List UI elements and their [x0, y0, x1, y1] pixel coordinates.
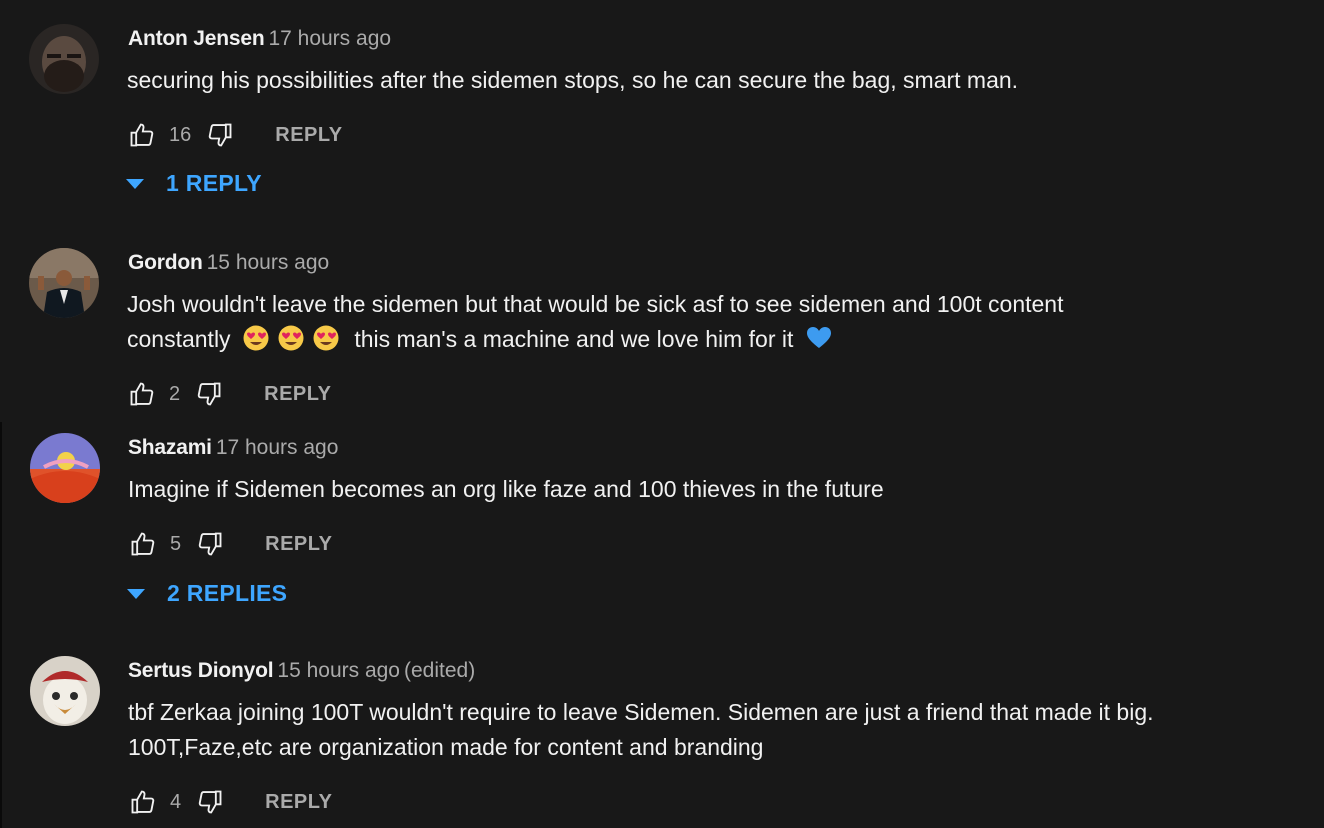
thumb-down-icon[interactable] [194, 379, 224, 409]
blue-heart-emoji [806, 327, 831, 348]
avatar-gordon[interactable] [29, 248, 99, 318]
reply-button[interactable]: REPLY [265, 791, 332, 814]
reply-button[interactable]: REPLY [264, 383, 331, 406]
thumb-down-icon[interactable] [205, 120, 235, 150]
thumb-up-icon[interactable] [128, 787, 158, 817]
comment-text-suffix: this man's a machine and we love him for… [354, 326, 794, 352]
comment-text-line-2: constantly this man's a machine and we l… [127, 322, 841, 357]
edited-label: (edited) [404, 659, 476, 682]
comment-actions: 2 REPLY [127, 379, 331, 409]
comment-actions: 5 REPLY [128, 529, 332, 559]
timestamp[interactable]: 17 hours ago [216, 436, 339, 459]
like-count: 2 [169, 382, 181, 405]
caret-down-icon [127, 588, 145, 599]
caret-down-icon [126, 178, 144, 189]
replies-label: 1 REPLY [166, 170, 262, 196]
like-count: 5 [170, 532, 182, 555]
comment-text: securing his possibilities after the sid… [127, 67, 1019, 93]
timestamp[interactable]: 17 hours ago [268, 27, 391, 50]
comment-header: Anton Jensen 17 hours ago [128, 27, 391, 51]
thumb-up-icon[interactable] [128, 529, 158, 559]
comment-text-line-2: 100T,Faze,etc are organization made for … [128, 734, 764, 760]
author-name[interactable]: Shazami [128, 436, 212, 459]
timestamp[interactable]: 15 hours ago [277, 659, 400, 682]
avatar-sertus-dionyol[interactable] [30, 656, 100, 726]
comment-text-line-1: Josh wouldn't leave the sidemen but that… [127, 291, 1064, 317]
heart-eyes-emojis [243, 325, 354, 352]
heart-eyes-emoji [313, 325, 339, 351]
author-name[interactable]: Anton Jensen [128, 27, 265, 50]
reply-button[interactable]: REPLY [275, 124, 342, 147]
like-count: 16 [169, 123, 192, 146]
author-name[interactable]: Sertus Dionyol [128, 659, 274, 682]
avatar-anton-jensen[interactable] [29, 24, 99, 94]
thumb-up-icon[interactable] [127, 120, 157, 150]
comment-text-line-1: tbf Zerkaa joining 100T wouldn't require… [128, 699, 1154, 725]
thumb-down-icon[interactable] [195, 529, 225, 559]
thumb-down-icon[interactable] [195, 787, 225, 817]
timestamp[interactable]: 15 hours ago [207, 251, 330, 274]
view-replies-button[interactable]: 1 REPLY [126, 170, 262, 197]
thread-left-edge [0, 422, 2, 828]
author-name[interactable]: Gordon [128, 251, 203, 274]
comment-actions: 4 REPLY [128, 787, 332, 817]
replies-label: 2 REPLIES [167, 580, 288, 606]
thumb-up-icon[interactable] [127, 379, 157, 409]
comment-text: Imagine if Sidemen becomes an org like f… [128, 476, 884, 502]
comment-text-prefix: constantly [127, 326, 231, 352]
comment-actions: 16 REPLY [127, 120, 343, 150]
reply-button[interactable]: REPLY [265, 533, 332, 556]
comment-header: Gordon 15 hours ago [128, 251, 329, 275]
like-count: 4 [170, 790, 182, 813]
comment-header: Sertus Dionyol 15 hours ago (edited) [128, 659, 475, 683]
avatar-shazami[interactable] [30, 433, 100, 503]
heart-eyes-emoji [278, 325, 304, 351]
heart-eyes-emoji [243, 325, 269, 351]
view-replies-button[interactable]: 2 REPLIES [127, 580, 287, 607]
comment-header: Shazami 17 hours ago [128, 436, 338, 460]
